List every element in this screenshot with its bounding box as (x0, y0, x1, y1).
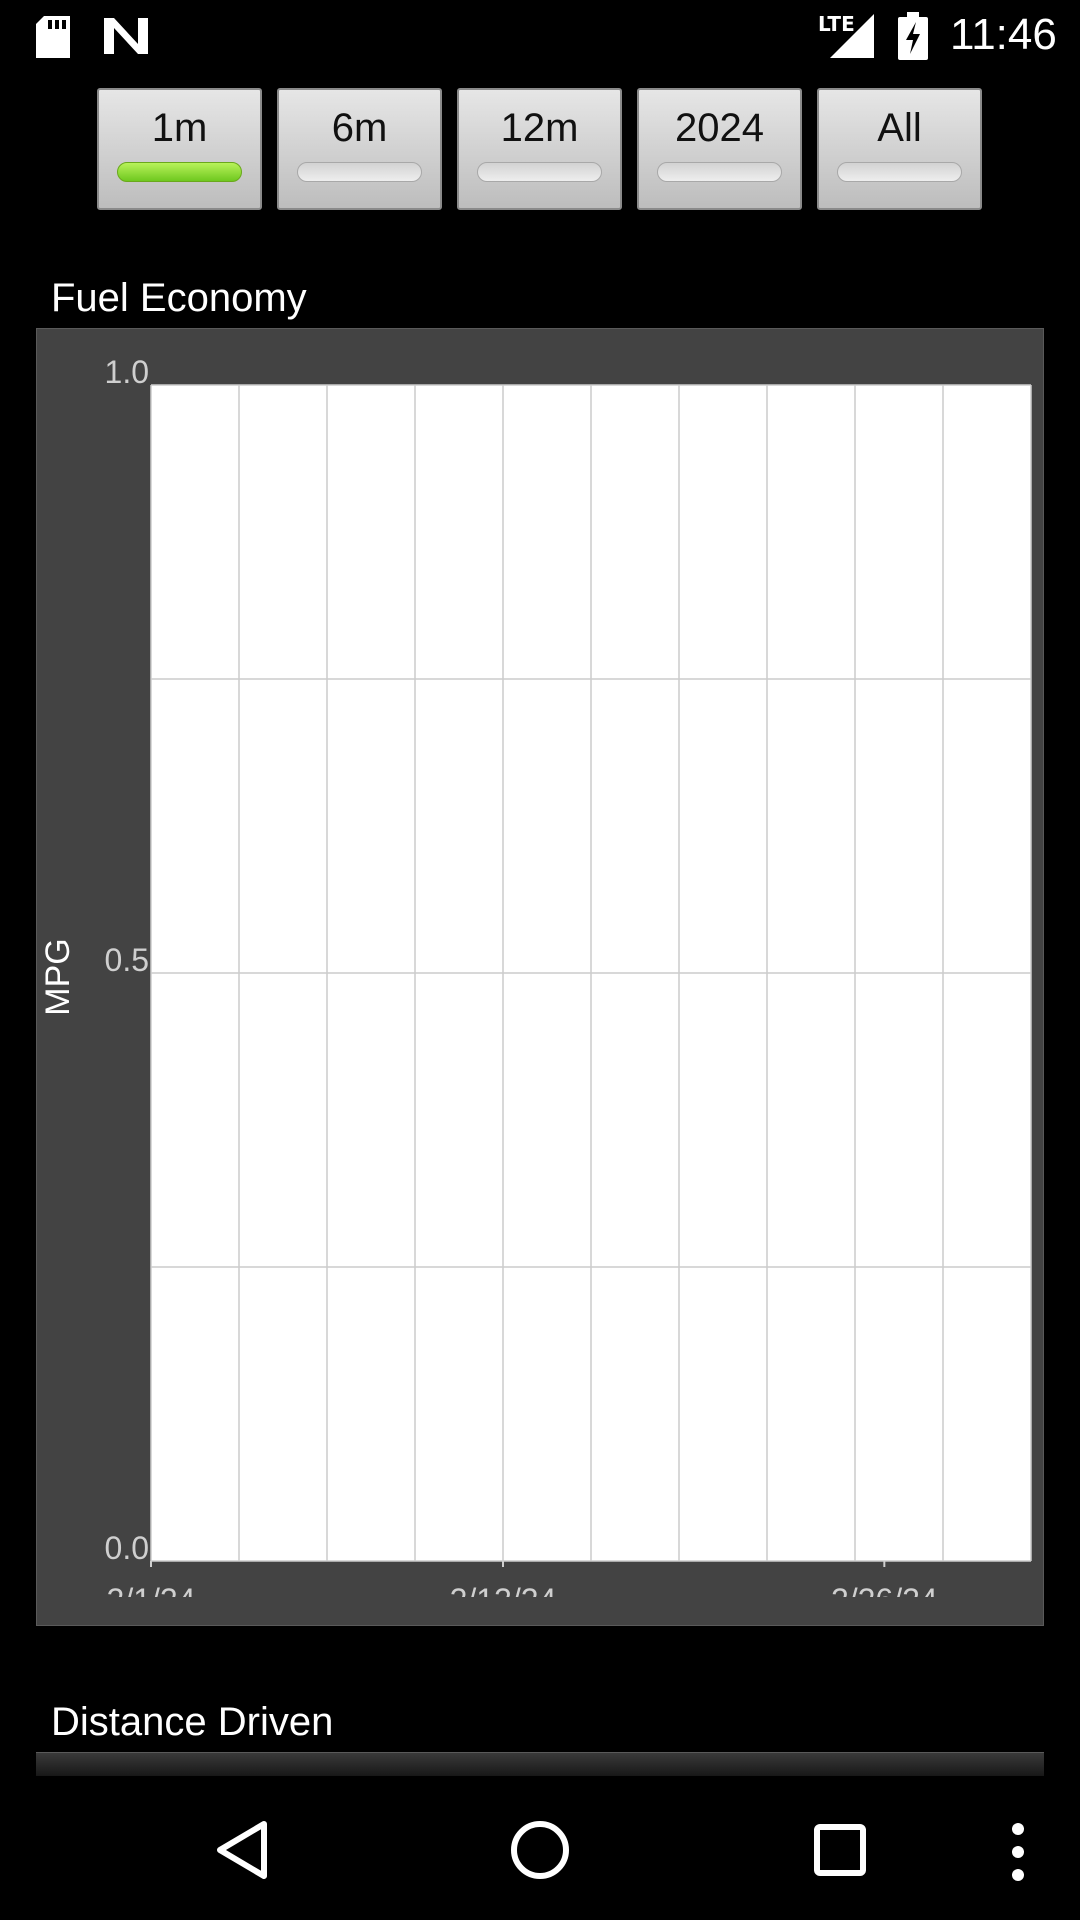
y-tick-label: 1.0 (105, 354, 149, 390)
y-tick-label: 0.0 (105, 1530, 149, 1566)
signal-icon (830, 14, 874, 58)
y-axis-label: MPG (39, 938, 77, 1015)
period-button-2024[interactable]: 2024 (637, 88, 802, 210)
x-tick-label: 2/13/24 (450, 1582, 557, 1618)
navigation-bar (0, 1776, 1080, 1920)
more-options-icon[interactable] (1008, 1822, 1028, 1882)
period-button-1m[interactable]: 1m (97, 88, 262, 210)
period-indicator (297, 162, 422, 182)
y-tick-labels: 0.0 0.5 1.0 (105, 354, 149, 1566)
fuel-economy-chart[interactable]: 0.0 0.5 1.0 2/1/24 2/13/24 2/26/24 MPG (36, 328, 1044, 1626)
n-logo-icon (104, 18, 148, 54)
period-button-all[interactable]: All (817, 88, 982, 210)
x-tick-label: 2/1/24 (107, 1582, 196, 1618)
battery-charging-icon (898, 12, 928, 60)
home-icon[interactable] (510, 1820, 570, 1880)
period-button-label: All (877, 106, 922, 150)
period-indicator (657, 162, 782, 182)
status-bar: LTE 11:46 (0, 0, 1080, 72)
period-indicator (837, 162, 962, 182)
period-button-6m[interactable]: 6m (277, 88, 442, 210)
period-button-12m[interactable]: 12m (457, 88, 622, 210)
back-icon[interactable] (214, 1820, 270, 1880)
period-indicator (477, 162, 602, 182)
y-tick-label: 0.5 (105, 942, 149, 978)
fuel-economy-title: Fuel Economy (51, 276, 307, 320)
recents-icon[interactable] (814, 1824, 866, 1876)
x-tick-label: 2/26/24 (831, 1582, 938, 1618)
x-tick-labels: 2/1/24 2/13/24 2/26/24 (107, 1561, 938, 1618)
period-button-label: 2024 (675, 106, 764, 150)
clock: 11:46 (950, 10, 1057, 59)
period-indicator-active (117, 162, 242, 182)
distance-driven-title: Distance Driven (51, 1700, 334, 1744)
period-button-label: 12m (500, 106, 579, 150)
sd-card-icon (36, 16, 70, 58)
period-button-label: 1m (151, 106, 208, 150)
chart-svg: 0.0 0.5 1.0 2/1/24 2/13/24 2/26/24 MPG (39, 354, 1032, 1618)
period-button-label: 6m (331, 106, 388, 150)
